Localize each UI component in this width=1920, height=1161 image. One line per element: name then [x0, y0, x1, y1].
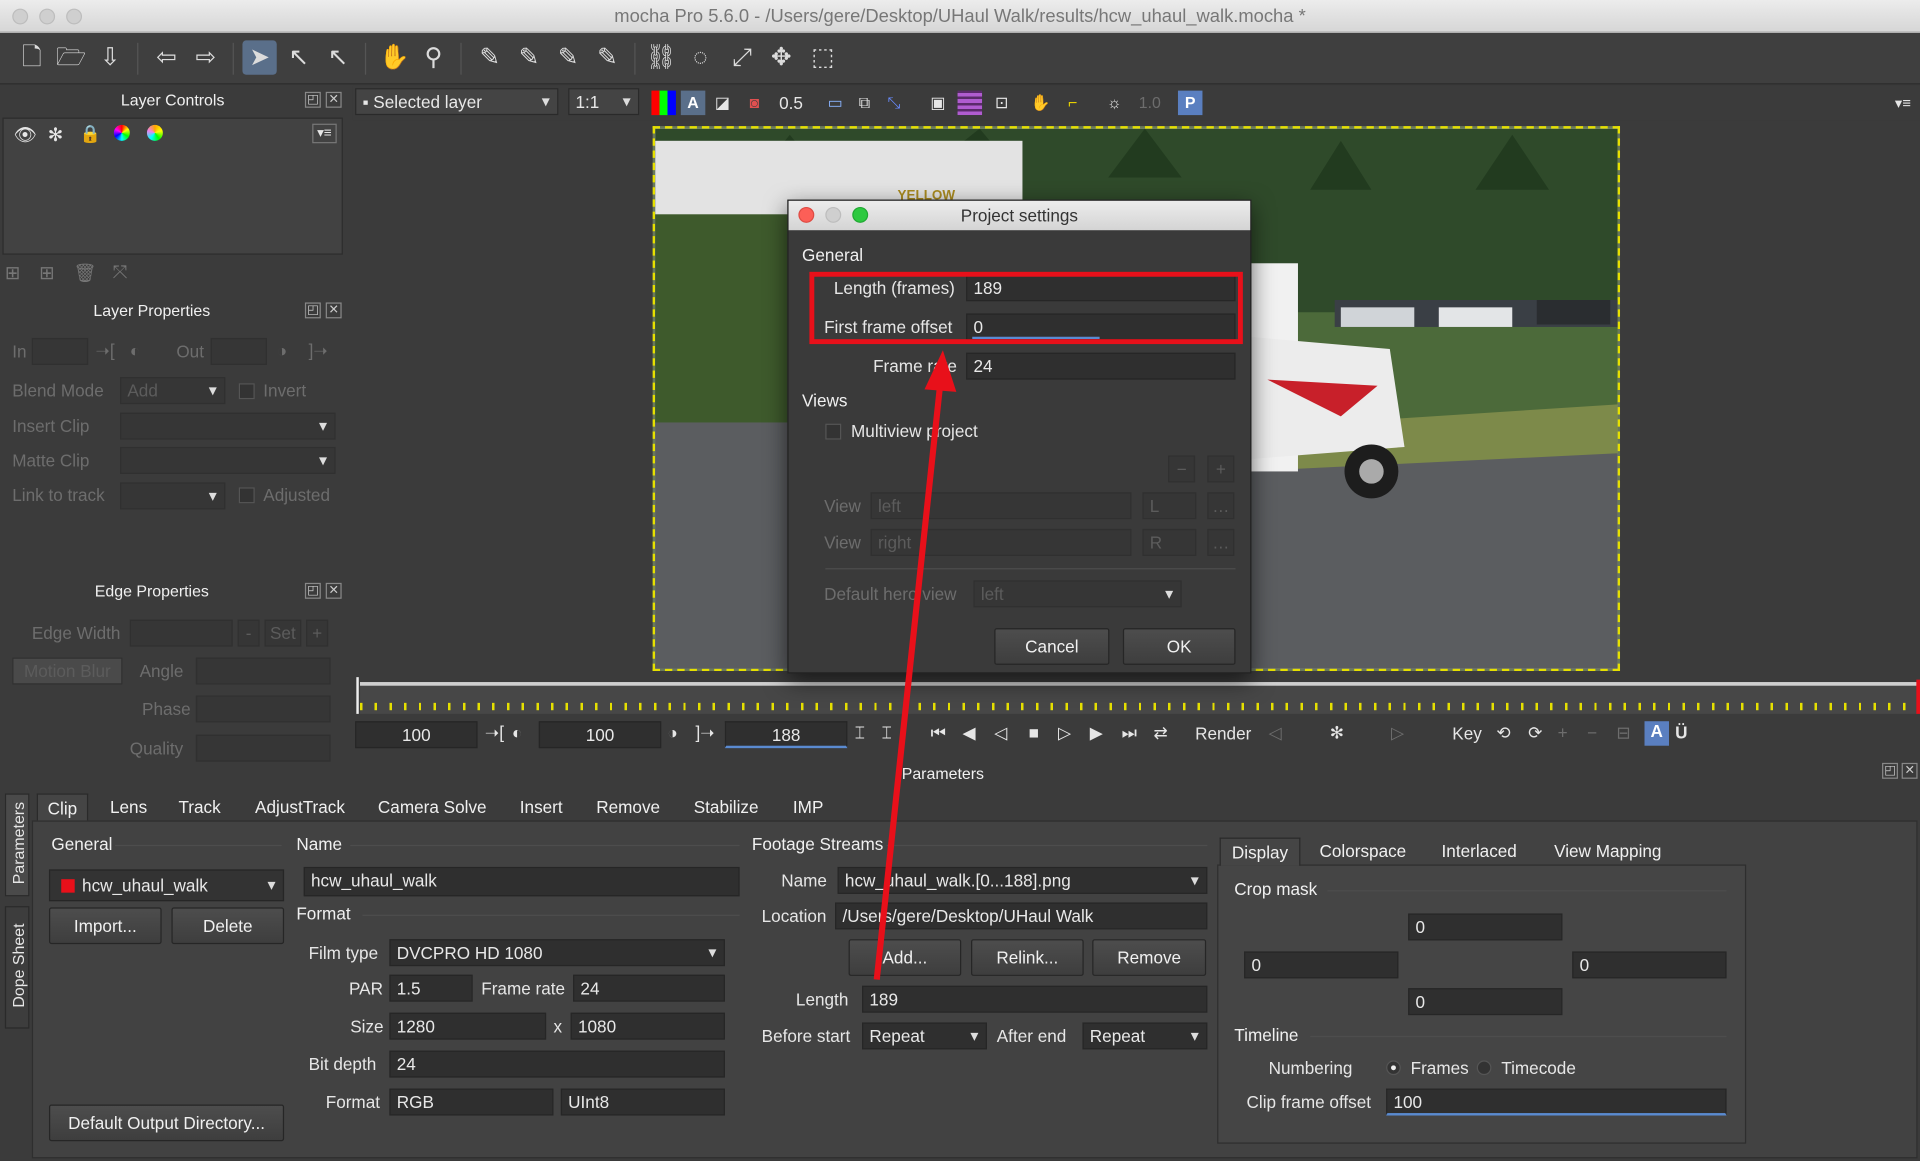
app-window: mocha Pro 5.6.0 - /Users/gere/Desktop/UH… [0, 0, 1920, 1161]
annotation-arrow-head [924, 350, 957, 392]
highlight-box [809, 271, 1243, 345]
annotation-overlay [809, 271, 1243, 980]
annotation-arrow-line [873, 381, 944, 980]
